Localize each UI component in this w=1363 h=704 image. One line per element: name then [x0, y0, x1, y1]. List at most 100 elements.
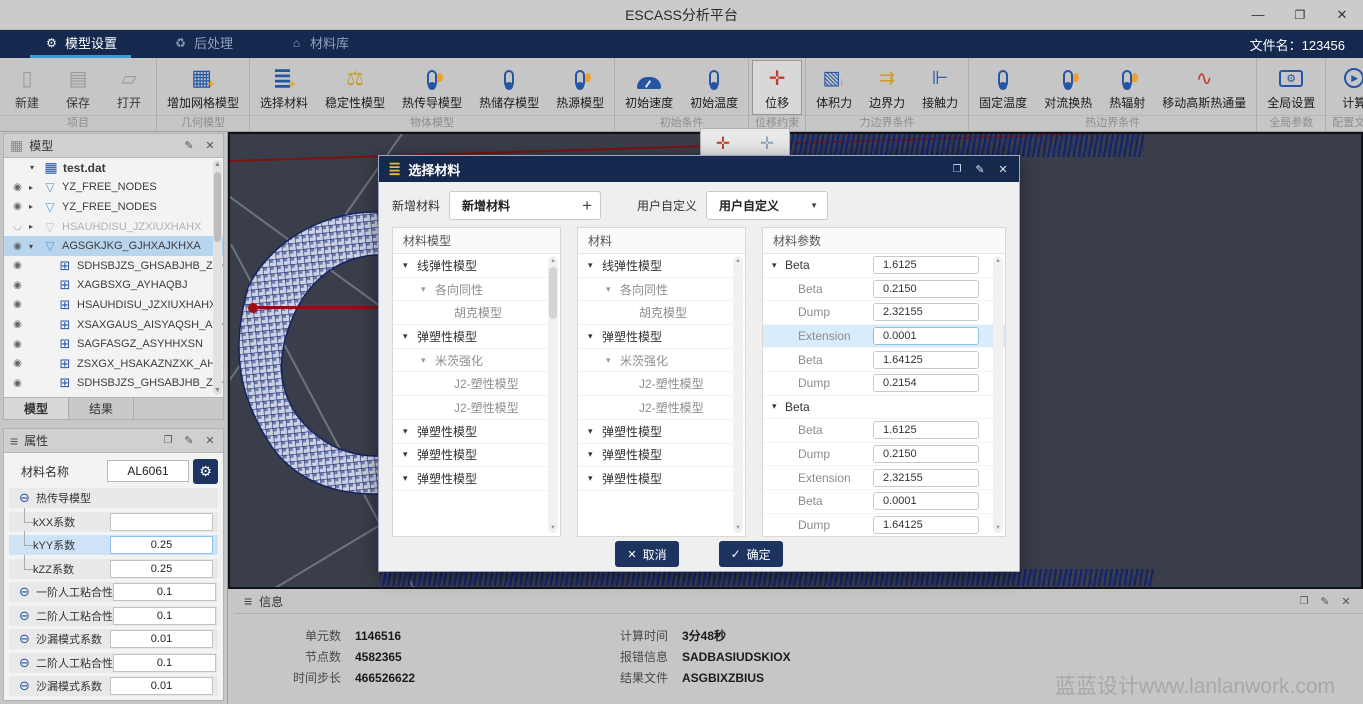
- param-value-input[interactable]: 0.2154: [873, 374, 979, 392]
- toolbar-button[interactable]: 打开: [104, 60, 154, 115]
- list-scrollbar[interactable]: ▲ ▼: [993, 256, 1003, 533]
- tree-expand-arrow[interactable]: ▾: [403, 449, 417, 460]
- maximize-button[interactable]: [1279, 0, 1321, 29]
- eye-open-icon[interactable]: [10, 201, 25, 212]
- panel-close-icon[interactable]: [1339, 594, 1353, 608]
- toolbar-button[interactable]: 热源模型: [548, 60, 612, 115]
- pin-icon[interactable]: [182, 139, 196, 153]
- property-row[interactable]: kXX系数: [9, 512, 218, 532]
- tree-row[interactable]: HSAUHDISU_JZXIUXHAHX: [4, 295, 223, 315]
- restore-icon[interactable]: [161, 434, 175, 448]
- param-row[interactable]: Beta 1.6125: [763, 419, 1005, 443]
- tree-expand-arrow[interactable]: ▾: [588, 449, 602, 460]
- add-plus-icon[interactable]: [582, 196, 592, 216]
- user-defined-select[interactable]: 用户自定义: [706, 191, 828, 220]
- eye-open-icon[interactable]: [10, 241, 25, 252]
- restore-icon[interactable]: [1297, 594, 1311, 608]
- tree-row[interactable]: SAGFASGZ_ASYHHXSN: [4, 334, 223, 354]
- tree-expand-arrow[interactable]: ▸: [29, 222, 38, 231]
- material-item[interactable]: J2-塑性模型: [578, 372, 745, 396]
- material-model-item[interactable]: ▾ 各向同性: [393, 278, 560, 302]
- menu-tab[interactable]: 后处理: [159, 30, 247, 58]
- collapse-minus-icon[interactable]: [17, 631, 32, 647]
- toolbar-button[interactable]: 初始温度: [682, 60, 746, 115]
- property-row[interactable]: 热传导模型: [9, 488, 218, 508]
- param-row[interactable]: Dump 0.2150: [763, 443, 1005, 467]
- confirm-button[interactable]: 确定: [719, 541, 783, 567]
- material-item[interactable]: ▾ 弹塑性模型: [578, 444, 745, 468]
- panel-close-icon[interactable]: [996, 162, 1010, 176]
- tree-row[interactable]: ▾ test.dat: [4, 158, 223, 178]
- property-row[interactable]: 一阶人工粘合性 0.1: [9, 582, 218, 602]
- tree-expand-arrow[interactable]: ▾: [588, 331, 602, 342]
- menu-tab[interactable]: 材料库: [275, 30, 363, 58]
- property-value-input[interactable]: 0.25: [110, 560, 213, 578]
- tree-row[interactable]: ▸ YZ_FREE_NODES: [4, 178, 223, 198]
- material-model-item[interactable]: J2-塑性模型: [393, 372, 560, 396]
- param-value-input[interactable]: 0.0001: [873, 327, 979, 345]
- menu-tab[interactable]: 模型设置: [30, 30, 131, 58]
- tree-expand-arrow[interactable]: ▾: [606, 355, 620, 366]
- minimize-button[interactable]: [1237, 0, 1279, 29]
- tree-row[interactable]: SDHSBJZS_GHSABJHB_ZAHU: [4, 374, 223, 394]
- param-value-input[interactable]: 0.0001: [873, 492, 979, 510]
- tree-expand-arrow[interactable]: ▸: [29, 183, 38, 192]
- param-row[interactable]: Dump 0.2154: [763, 372, 1005, 396]
- restore-icon[interactable]: [950, 162, 964, 176]
- material-item[interactable]: ▾ 弹塑性模型: [578, 467, 745, 491]
- tree-expand-arrow[interactable]: ▾: [588, 260, 602, 271]
- param-value-input[interactable]: 0.2150: [873, 280, 979, 298]
- tree-expand-arrow[interactable]: ▸: [29, 202, 38, 211]
- tree-expand-arrow[interactable]: ▾: [30, 163, 39, 172]
- material-item[interactable]: ▾ 弹塑性模型: [578, 420, 745, 444]
- displacement-axis-gray-icon[interactable]: [755, 132, 779, 156]
- tree-scrollbar[interactable]: ▲ ▼: [213, 160, 222, 395]
- scroll-down-icon[interactable]: ▼: [213, 387, 222, 394]
- tree-expand-arrow[interactable]: ▾: [403, 260, 417, 271]
- scroll-up-icon[interactable]: ▲: [993, 258, 1003, 264]
- param-value-input[interactable]: 2.32155: [873, 469, 979, 487]
- tree-expand-arrow[interactable]: ▾: [606, 284, 620, 295]
- tree-row[interactable]: ▸ YZ_FREE_NODES: [4, 197, 223, 217]
- toolbar-button[interactable]: 固定温度: [971, 60, 1035, 115]
- material-item[interactable]: J2-塑性模型: [578, 396, 745, 420]
- toolbar-button[interactable]: 位移: [752, 60, 802, 115]
- property-row[interactable]: 二阶人工粘合性 0.1: [9, 653, 218, 673]
- eye-open-icon[interactable]: [10, 319, 25, 330]
- tree-row[interactable]: ▸ HSAUHDISU_JZXIUXHAHX: [4, 217, 223, 237]
- tree-expand-arrow[interactable]: ▾: [588, 473, 602, 484]
- material-model-item[interactable]: ▾ 弹塑性模型: [393, 325, 560, 349]
- collapse-minus-icon[interactable]: [17, 608, 32, 624]
- property-value-input[interactable]: 0.01: [110, 677, 213, 695]
- toolbar-button[interactable]: 新建: [2, 60, 52, 115]
- collapse-minus-icon[interactable]: [17, 584, 32, 600]
- scroll-down-icon[interactable]: ▼: [993, 525, 1003, 531]
- eye-open-icon[interactable]: [10, 339, 25, 350]
- param-value-input[interactable]: 1.6125: [873, 256, 979, 274]
- param-row[interactable]: Extension 2.32155: [763, 466, 1005, 490]
- toolbar-button[interactable]: 边界力: [861, 60, 913, 115]
- material-model-item[interactable]: J2-塑性模型: [393, 396, 560, 420]
- eye-open-icon[interactable]: [10, 299, 25, 310]
- scroll-up-icon[interactable]: ▲: [213, 161, 222, 168]
- scroll-thumb[interactable]: [549, 267, 557, 319]
- toolbar-button[interactable]: 移动高斯热通量: [1154, 60, 1254, 115]
- tree-expand-arrow[interactable]: ▾: [421, 284, 435, 295]
- property-row[interactable]: 沙漏模式系数 0.01: [9, 676, 218, 696]
- scroll-thumb[interactable]: [214, 172, 221, 242]
- toolbar-button[interactable]: 选择材料: [252, 60, 316, 115]
- param-value-input[interactable]: 1.6125: [873, 421, 979, 439]
- pin-icon[interactable]: [1318, 594, 1332, 608]
- pin-icon[interactable]: [973, 162, 987, 176]
- material-item[interactable]: ▾ 米茨强化: [578, 349, 745, 373]
- property-row[interactable]: kYY系数 0.25: [9, 535, 218, 555]
- list-scrollbar[interactable]: ▲ ▼: [548, 256, 558, 533]
- property-row[interactable]: 沙漏模式系数 0.01: [9, 629, 218, 649]
- panel-close-icon[interactable]: [203, 139, 217, 153]
- tree-row[interactable]: XAGBSXG_AYHAQBJ: [4, 276, 223, 296]
- property-value-input[interactable]: 0.01: [110, 630, 213, 648]
- scroll-down-icon[interactable]: ▼: [548, 525, 558, 531]
- param-row[interactable]: Extension 0.0001: [763, 325, 1005, 349]
- tree-expand-arrow[interactable]: ▾: [421, 355, 435, 366]
- tree-row[interactable]: ZSXGX_HSAKAZNZXK_AHASX: [4, 354, 223, 374]
